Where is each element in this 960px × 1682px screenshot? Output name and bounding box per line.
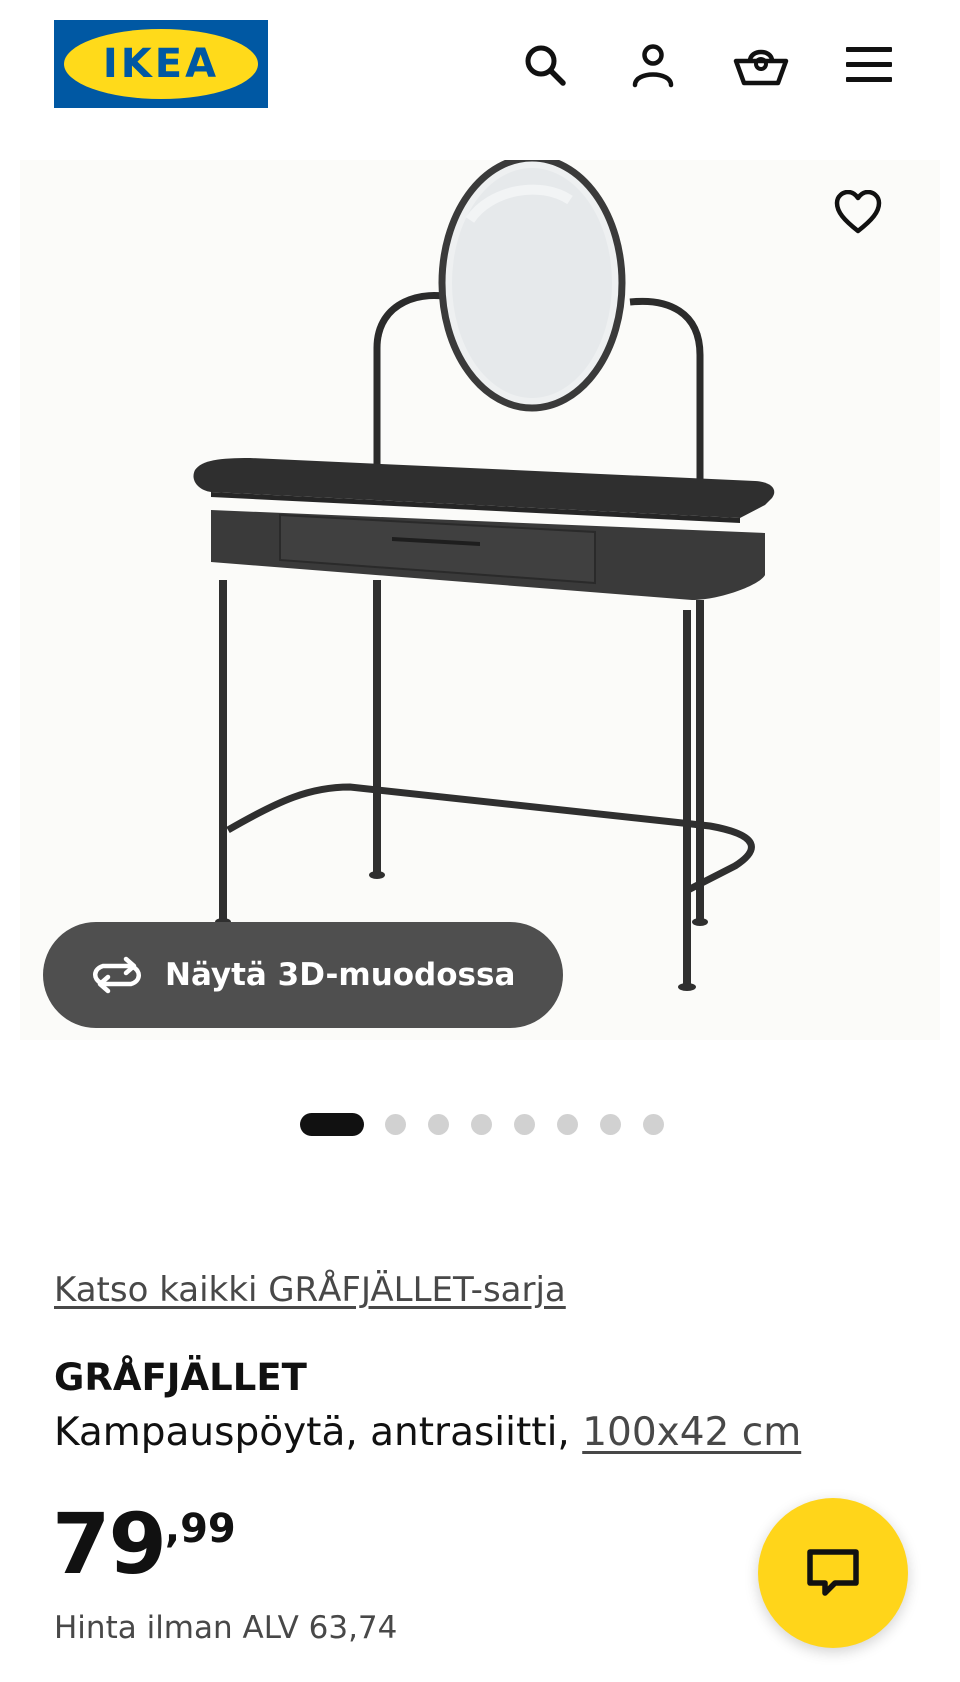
ikea-logo[interactable]: IKEA — [54, 20, 268, 108]
product-type: Kampauspöytä, antrasiitti, — [54, 1410, 570, 1455]
price-without-vat: Hinta ilman ALV 63,74 — [54, 1610, 398, 1646]
logo-text: IKEA — [102, 41, 220, 87]
menu-icon[interactable] — [841, 37, 897, 93]
user-icon[interactable] — [625, 37, 681, 93]
top-header: IKEA — [0, 0, 960, 140]
rotate-icon — [89, 947, 145, 1003]
carousel-dot-3[interactable] — [428, 1114, 449, 1135]
product-image[interactable] — [20, 154, 940, 1040]
product-price: 79 ,99 — [52, 1500, 236, 1588]
series-link[interactable]: Katso kaikki GRÅFJÄLLET-sarja — [54, 1270, 566, 1310]
chat-button[interactable] — [758, 1498, 908, 1648]
view-3d-button[interactable]: Näytä 3D-muodossa — [43, 922, 563, 1028]
product-name: GRÅFJÄLLET — [54, 1356, 307, 1399]
logo-oval: IKEA — [64, 29, 258, 99]
carousel-dot-7[interactable] — [600, 1114, 621, 1135]
favorite-button[interactable] — [830, 184, 886, 240]
carousel-dot-8[interactable] — [643, 1114, 664, 1135]
carousel-dot-1[interactable] — [300, 1113, 364, 1136]
shopping-basket-icon[interactable] — [733, 37, 789, 93]
price-decimal: ,99 — [164, 1506, 236, 1552]
carousel-dot-2[interactable] — [385, 1114, 406, 1135]
chat-bubble-icon — [807, 1549, 859, 1596]
price-integer: 79 — [52, 1495, 167, 1593]
vanity-table-illustration — [193, 154, 775, 991]
image-carousel-dots — [0, 1112, 960, 1136]
carousel-dot-5[interactable] — [514, 1114, 535, 1135]
size-link[interactable]: 100x42 cm — [582, 1410, 801, 1455]
carousel-dot-4[interactable] — [471, 1114, 492, 1135]
carousel-dot-6[interactable] — [557, 1114, 578, 1135]
view-3d-label: Näytä 3D-muodossa — [165, 957, 516, 993]
product-description: Kampauspöytä, antrasiitti, 100x42 cm — [54, 1410, 801, 1455]
heart-icon — [834, 190, 882, 234]
search-icon[interactable] — [517, 37, 573, 93]
